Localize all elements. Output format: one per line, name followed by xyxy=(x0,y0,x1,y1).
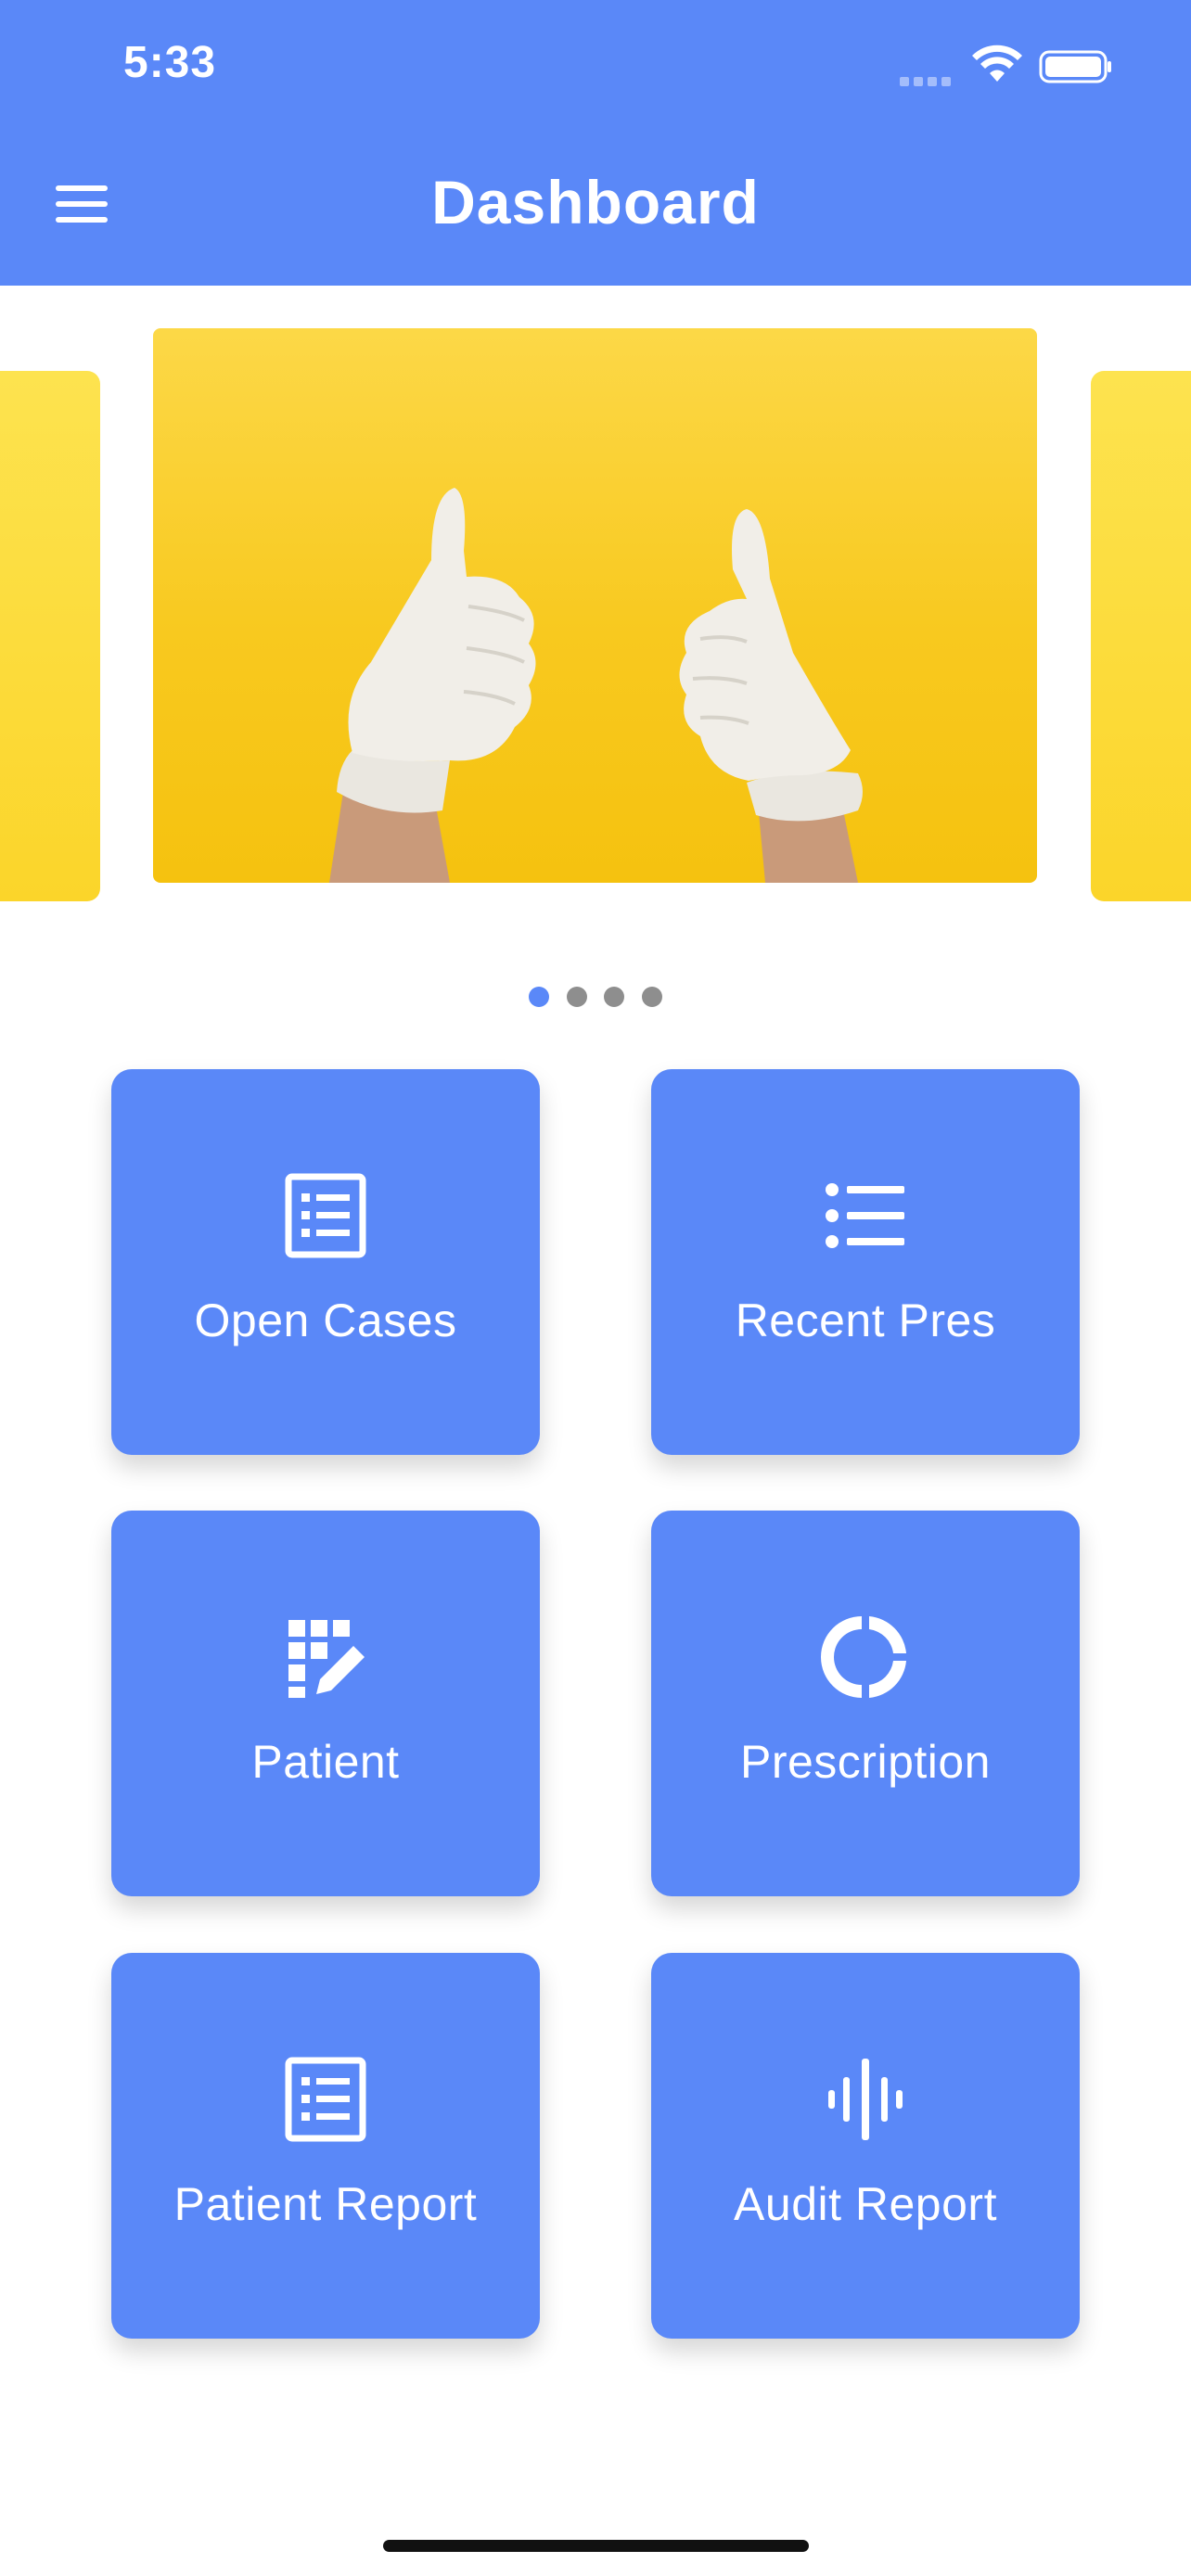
tile-label: Open Cases xyxy=(194,1294,457,1346)
page-title: Dashboard xyxy=(431,168,760,236)
tile-label: Patient Report xyxy=(173,2178,478,2230)
tile-label: Recent Pres xyxy=(735,1294,996,1346)
pagination-dot[interactable] xyxy=(529,987,550,1007)
pagination-dot[interactable] xyxy=(566,987,587,1007)
pagination-dot[interactable] xyxy=(641,987,662,1007)
app-header: 5:33 Dashboard xyxy=(0,0,1191,286)
bullet-list-icon xyxy=(826,1183,904,1248)
pagination-dot[interactable] xyxy=(604,987,625,1007)
audit-report-tile[interactable]: Audit Report xyxy=(651,1953,1080,2339)
carousel-slide-current[interactable] xyxy=(153,328,1037,883)
patient-report-tile[interactable]: Patient Report xyxy=(111,1953,540,2339)
open-cases-tile[interactable]: Open Cases xyxy=(111,1069,540,1455)
tile-label: Prescription xyxy=(740,1736,991,1788)
recent-pres-tile[interactable]: Recent Pres xyxy=(651,1069,1080,1455)
tile-label: Patient xyxy=(251,1736,400,1788)
patient-tile[interactable]: Patient xyxy=(111,1511,540,1896)
list-document-icon xyxy=(285,2057,366,2142)
carousel-slide-previous[interactable] xyxy=(0,371,100,901)
grid-edit-icon xyxy=(288,1620,365,1698)
wifi-icon xyxy=(972,45,1022,82)
cellular-signal-icon xyxy=(900,74,955,86)
list-document-icon xyxy=(285,1173,366,1258)
tile-label: Audit Report xyxy=(734,2178,997,2230)
home-indicator[interactable] xyxy=(383,2540,809,2552)
status-time: 5:33 xyxy=(123,38,217,87)
thumbs-up-gloves-image xyxy=(329,488,863,883)
carousel-pagination xyxy=(0,987,1191,1012)
battery-icon xyxy=(1039,50,1111,83)
carousel-slide-next[interactable] xyxy=(1091,371,1191,901)
image-carousel[interactable] xyxy=(0,286,1191,935)
donut-progress-icon xyxy=(821,1616,906,1698)
prescription-tile[interactable]: Prescription xyxy=(651,1511,1080,1896)
audio-waveform-icon xyxy=(828,2059,903,2140)
